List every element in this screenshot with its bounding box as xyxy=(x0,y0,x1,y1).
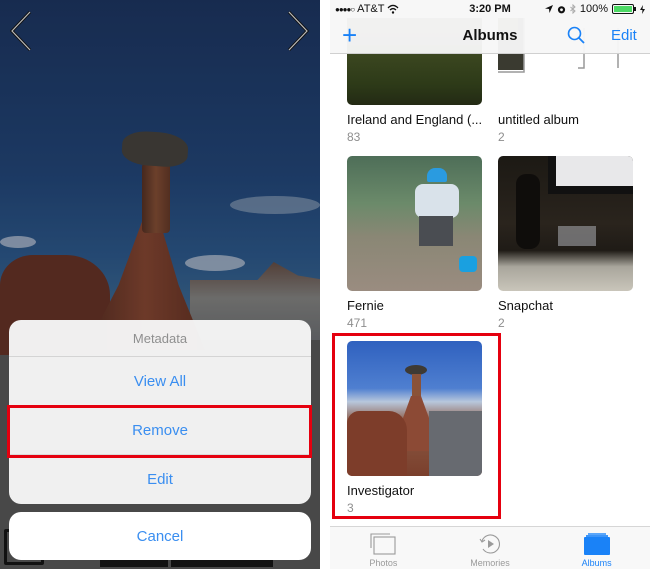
album-count: 3 xyxy=(347,501,354,515)
tab-albums[interactable]: Albums xyxy=(543,527,650,569)
page-title: Albums xyxy=(462,27,518,44)
albums-panel: Ireland and England (... 83 untitled alb… xyxy=(330,0,650,569)
album-investigator[interactable]: Investigator 3 xyxy=(347,341,482,515)
action-sheet: Metadata View All Remove Edit xyxy=(9,320,311,504)
photo-detail xyxy=(558,226,596,246)
album-name: Ireland and England (... xyxy=(347,112,482,127)
wifi-icon xyxy=(388,4,399,14)
navigation-bar: + Albums Edit xyxy=(330,18,650,54)
albums-icon xyxy=(583,533,610,555)
previous-photo-button[interactable] xyxy=(9,10,32,52)
photo-detail xyxy=(429,411,482,476)
battery-percent: 100% xyxy=(579,3,608,15)
photos-icon xyxy=(370,533,396,555)
photo-detail xyxy=(415,184,459,218)
photo-detail xyxy=(459,256,477,272)
album-thumbnail xyxy=(347,156,482,291)
signal-strength: ●●●●○ xyxy=(335,4,355,14)
photo-detail xyxy=(516,174,540,249)
album-count: 83 xyxy=(347,130,361,144)
memories-icon xyxy=(479,534,500,554)
album-count: 2 xyxy=(498,130,505,144)
tab-label: Photos xyxy=(369,558,398,568)
photo-detail xyxy=(419,216,453,246)
edit-button[interactable]: Edit xyxy=(611,27,637,44)
action-sheet-title: Metadata xyxy=(9,320,311,357)
tab-label: Memories xyxy=(470,558,510,568)
album-thumbnail xyxy=(347,341,482,476)
bluetooth-icon xyxy=(570,4,576,14)
chevron-right-icon xyxy=(287,10,310,52)
album-snapchat[interactable]: Snapchat 2 xyxy=(498,156,633,330)
photo-viewer-panel: Metadata View All Remove Edit Cancel xyxy=(0,0,320,569)
view-all-button[interactable]: View All xyxy=(9,357,311,406)
tab-bar: Photos Memories Albums xyxy=(330,526,650,569)
battery-icon xyxy=(612,4,636,14)
album-name: untitled album xyxy=(498,112,579,127)
album-count: 2 xyxy=(498,316,505,330)
alarm-icon xyxy=(557,5,565,13)
edit-button[interactable]: Edit xyxy=(9,455,311,504)
cancel-button[interactable]: Cancel xyxy=(9,512,311,560)
search-button[interactable] xyxy=(567,26,585,44)
album-name: Snapchat xyxy=(498,298,553,313)
photo-detail xyxy=(347,411,407,476)
next-photo-button[interactable] xyxy=(287,10,310,52)
chevron-left-icon xyxy=(9,10,32,52)
album-count: 471 xyxy=(347,316,368,330)
carrier-name: AT&T xyxy=(357,3,385,15)
location-icon xyxy=(544,5,553,13)
search-icon xyxy=(567,26,585,44)
album-fernie[interactable]: Fernie 471 xyxy=(347,156,482,330)
tab-label: Albums xyxy=(581,558,612,568)
add-album-button[interactable]: + xyxy=(342,22,357,48)
photo-detail xyxy=(427,168,447,182)
album-name: Investigator xyxy=(347,483,415,498)
album-thumbnail xyxy=(498,156,633,291)
remove-button[interactable]: Remove xyxy=(9,406,311,455)
charging-icon xyxy=(640,4,645,14)
photo-detail xyxy=(548,156,633,194)
album-name: Fernie xyxy=(347,298,384,313)
tab-memories[interactable]: Memories xyxy=(437,527,544,569)
tab-photos[interactable]: Photos xyxy=(330,527,437,569)
status-bar: ●●●●○ AT&T 3:20 PM 100% xyxy=(330,0,650,18)
